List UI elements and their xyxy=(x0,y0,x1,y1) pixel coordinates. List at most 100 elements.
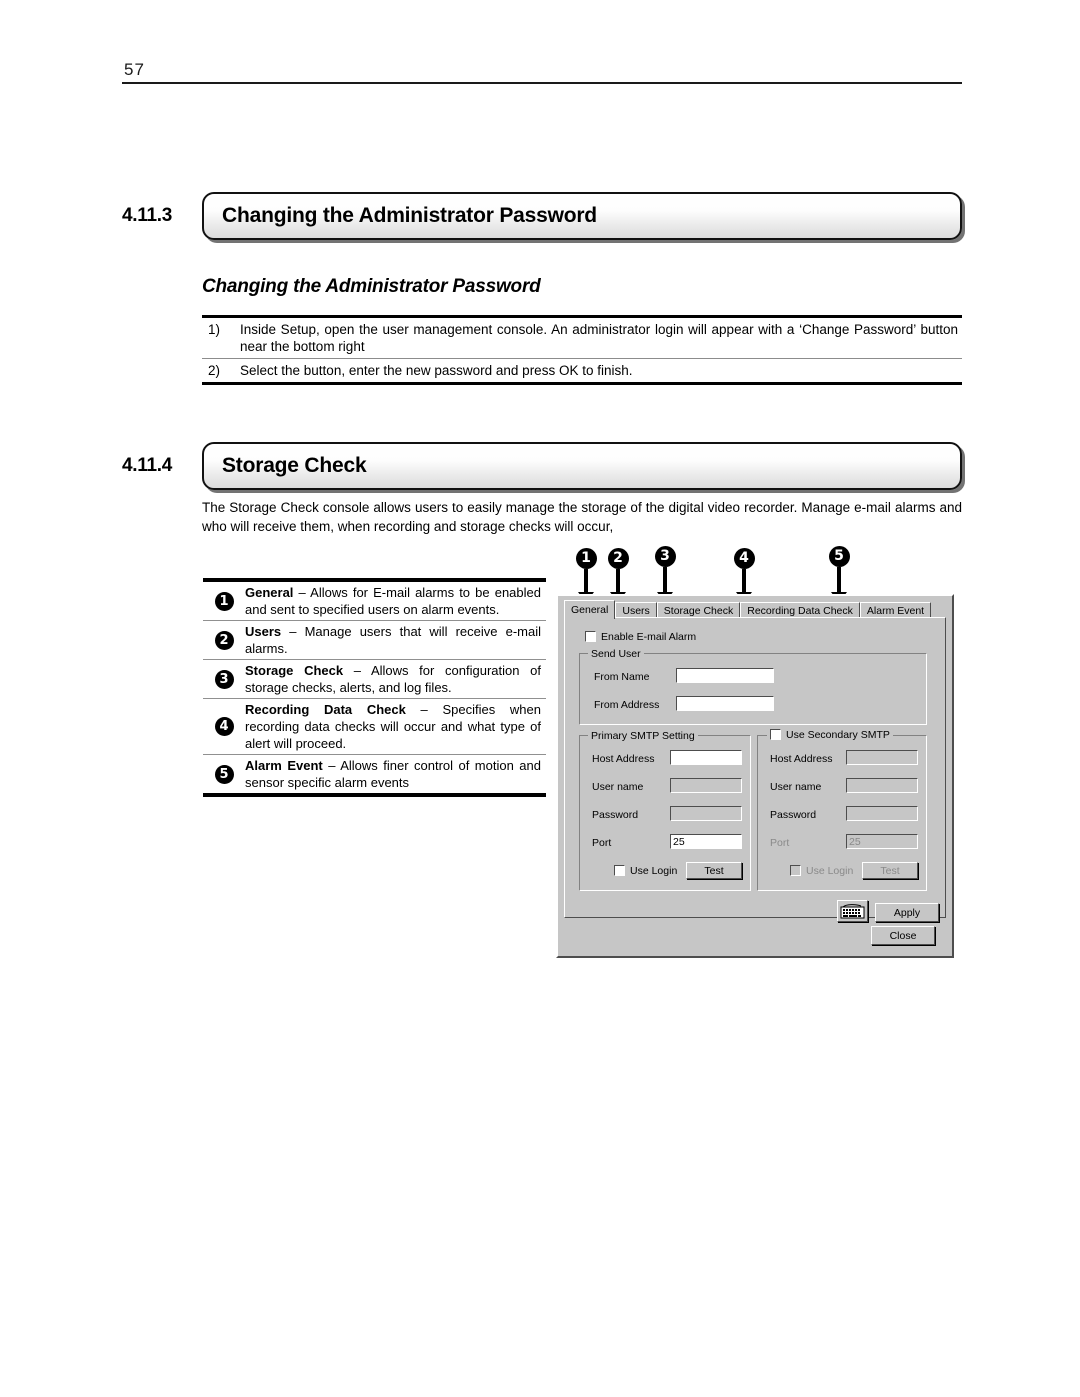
send-user-group: Send User From Name From Address xyxy=(579,648,927,725)
arrow-stem xyxy=(742,569,746,592)
legend-term: Storage Check xyxy=(245,663,344,678)
legend-text: Users – Manage users that will receive e… xyxy=(245,623,546,657)
secondary-use-login-label: Use Login xyxy=(806,865,854,877)
enable-email-alarm-row[interactable]: Enable E-mail Alarm xyxy=(585,631,696,643)
primary-host-address-label: Host Address xyxy=(592,753,655,765)
page-header: 57 xyxy=(122,60,962,84)
section-title: Storage Check xyxy=(222,454,367,477)
circled-number-icon: 3 xyxy=(214,669,234,689)
storage-check-dialog: General Users Storage Check Recording Da… xyxy=(556,594,954,958)
circled-number-icon: 5 xyxy=(828,546,850,567)
from-address-input[interactable] xyxy=(676,696,774,711)
from-address-label: From Address xyxy=(594,699,660,711)
primary-test-button[interactable]: Test xyxy=(686,862,742,879)
legend-term: Alarm Event xyxy=(245,758,323,773)
primary-use-login-row[interactable]: Use Login xyxy=(614,865,677,877)
section-title-box: Changing the Administrator Password xyxy=(202,192,962,240)
secondary-host-address-input[interactable] xyxy=(846,750,918,765)
section-number: 4.11.4 xyxy=(122,455,172,476)
primary-port-label: Port xyxy=(592,837,612,849)
circled-number-icon: 5 xyxy=(214,764,234,784)
tab-bar: General Users Storage Check Recording Da… xyxy=(564,600,946,619)
legend-term: Users xyxy=(245,624,282,639)
tab-storage-check[interactable]: Storage Check xyxy=(656,602,741,618)
secondary-user-name-label: User name xyxy=(770,781,822,793)
sub-heading-change-password: Changing the Administrator Password xyxy=(202,276,541,297)
primary-user-name-label: User name xyxy=(592,781,644,793)
legend-text: Alarm Event – Allows finer control of mo… xyxy=(245,757,546,791)
legend-text: Recording Data Check – Specifies when re… xyxy=(245,701,546,752)
primary-host-address-input[interactable] xyxy=(670,750,742,765)
legend-table: 1 General – Allows for E-mail alarms to … xyxy=(203,578,546,797)
checkbox-icon[interactable] xyxy=(770,729,781,740)
section-number: 4.11.3 xyxy=(122,205,172,226)
legend-bullet-1: 1 xyxy=(203,591,245,611)
legend-term: Recording Data Check xyxy=(245,702,406,717)
secondary-host-address-label: Host Address xyxy=(770,753,833,765)
secondary-smtp-group: Use Secondary SMTP Host Address User nam… xyxy=(757,729,927,891)
secondary-password-label: Password xyxy=(770,809,817,821)
circled-number-icon: 3 xyxy=(654,546,676,567)
apply-button[interactable]: Apply xyxy=(875,903,939,922)
tab-alarm-event[interactable]: Alarm Event xyxy=(859,602,932,618)
legend-term: General xyxy=(245,585,294,600)
legend-bullet-4: 4 xyxy=(203,717,245,736)
from-name-input[interactable] xyxy=(676,668,774,683)
secondary-test-button[interactable]: Test xyxy=(862,862,918,879)
checkbox-icon[interactable] xyxy=(614,865,625,876)
tab-general[interactable]: General xyxy=(564,600,616,619)
primary-smtp-title: Primary SMTP Setting xyxy=(588,730,698,742)
circled-number-icon: 2 xyxy=(607,548,629,569)
primary-use-login-label: Use Login xyxy=(630,865,678,877)
checkbox-icon[interactable] xyxy=(585,631,596,642)
tab-page-general: Enable E-mail Alarm Send User From Name … xyxy=(564,617,946,922)
secondary-smtp-title-wrap[interactable]: Use Secondary SMTP xyxy=(767,729,893,741)
page-number: 57 xyxy=(124,60,145,79)
enable-email-alarm-label: Enable E-mail Alarm xyxy=(601,631,697,643)
primary-user-name-input[interactable] xyxy=(670,778,742,793)
arrow-stem xyxy=(616,569,620,592)
secondary-use-login-row[interactable]: Use Login xyxy=(790,865,853,877)
circled-number-icon: 1 xyxy=(214,591,234,611)
step-text: Inside Setup, open the user management c… xyxy=(240,322,958,354)
legend-description: – Manage users that will receive e-mail … xyxy=(245,624,541,656)
arrow-stem xyxy=(663,567,667,592)
section-title: Changing the Administrator Password xyxy=(222,204,597,227)
circled-number-icon: 4 xyxy=(733,548,755,569)
secondary-user-name-input[interactable] xyxy=(846,778,918,793)
step-number: 2) xyxy=(208,363,221,378)
header-divider xyxy=(122,82,962,84)
storage-check-paragraph: The Storage Check console allows users t… xyxy=(202,500,962,534)
secondary-smtp-title: Use Secondary SMTP xyxy=(786,729,890,741)
legend-row: 5 Alarm Event – Allows finer control of … xyxy=(203,754,546,793)
arrow-stem xyxy=(837,567,841,592)
keyboard-icon xyxy=(840,904,865,919)
step-number: 1) xyxy=(208,322,221,337)
secondary-password-input[interactable] xyxy=(846,806,918,821)
tab-recording-data-check[interactable]: Recording Data Check xyxy=(740,602,860,618)
legend-bullet-2: 2 xyxy=(203,630,245,650)
legend-bullet-3: 3 xyxy=(203,669,245,689)
from-name-label: From Name xyxy=(594,671,650,683)
legend-row: 4 Recording Data Check – Specifies when … xyxy=(203,698,546,754)
tab-users[interactable]: Users xyxy=(615,602,657,618)
legend-text: General – Allows for E-mail alarms to be… xyxy=(245,584,546,618)
on-screen-keyboard-button[interactable] xyxy=(837,900,868,922)
secondary-port-input[interactable]: 25 xyxy=(846,834,918,849)
section-heading-4-11-3: 4.11.3 Changing the Administrator Passwo… xyxy=(122,192,962,240)
secondary-port-label: Port xyxy=(770,837,790,849)
primary-smtp-group: Primary SMTP Setting Host Address User n… xyxy=(579,730,751,891)
circled-number-icon: 1 xyxy=(575,548,597,569)
circled-number-icon: 4 xyxy=(214,717,234,736)
primary-password-input[interactable] xyxy=(670,806,742,821)
legend-row: 1 General – Allows for E-mail alarms to … xyxy=(203,582,546,620)
legend-bullet-5: 5 xyxy=(203,764,245,784)
send-user-title: Send User xyxy=(588,648,644,660)
primary-port-input[interactable]: 25 xyxy=(670,834,742,849)
step-row: 2) Select the button, enter the new pass… xyxy=(202,358,962,382)
checkbox-icon[interactable] xyxy=(790,865,801,876)
step-text: Select the button, enter the new passwor… xyxy=(240,363,633,378)
arrow-stem xyxy=(584,569,588,592)
close-button[interactable]: Close xyxy=(871,926,935,945)
legend-text: Storage Check – Allows for configuration… xyxy=(245,662,546,696)
